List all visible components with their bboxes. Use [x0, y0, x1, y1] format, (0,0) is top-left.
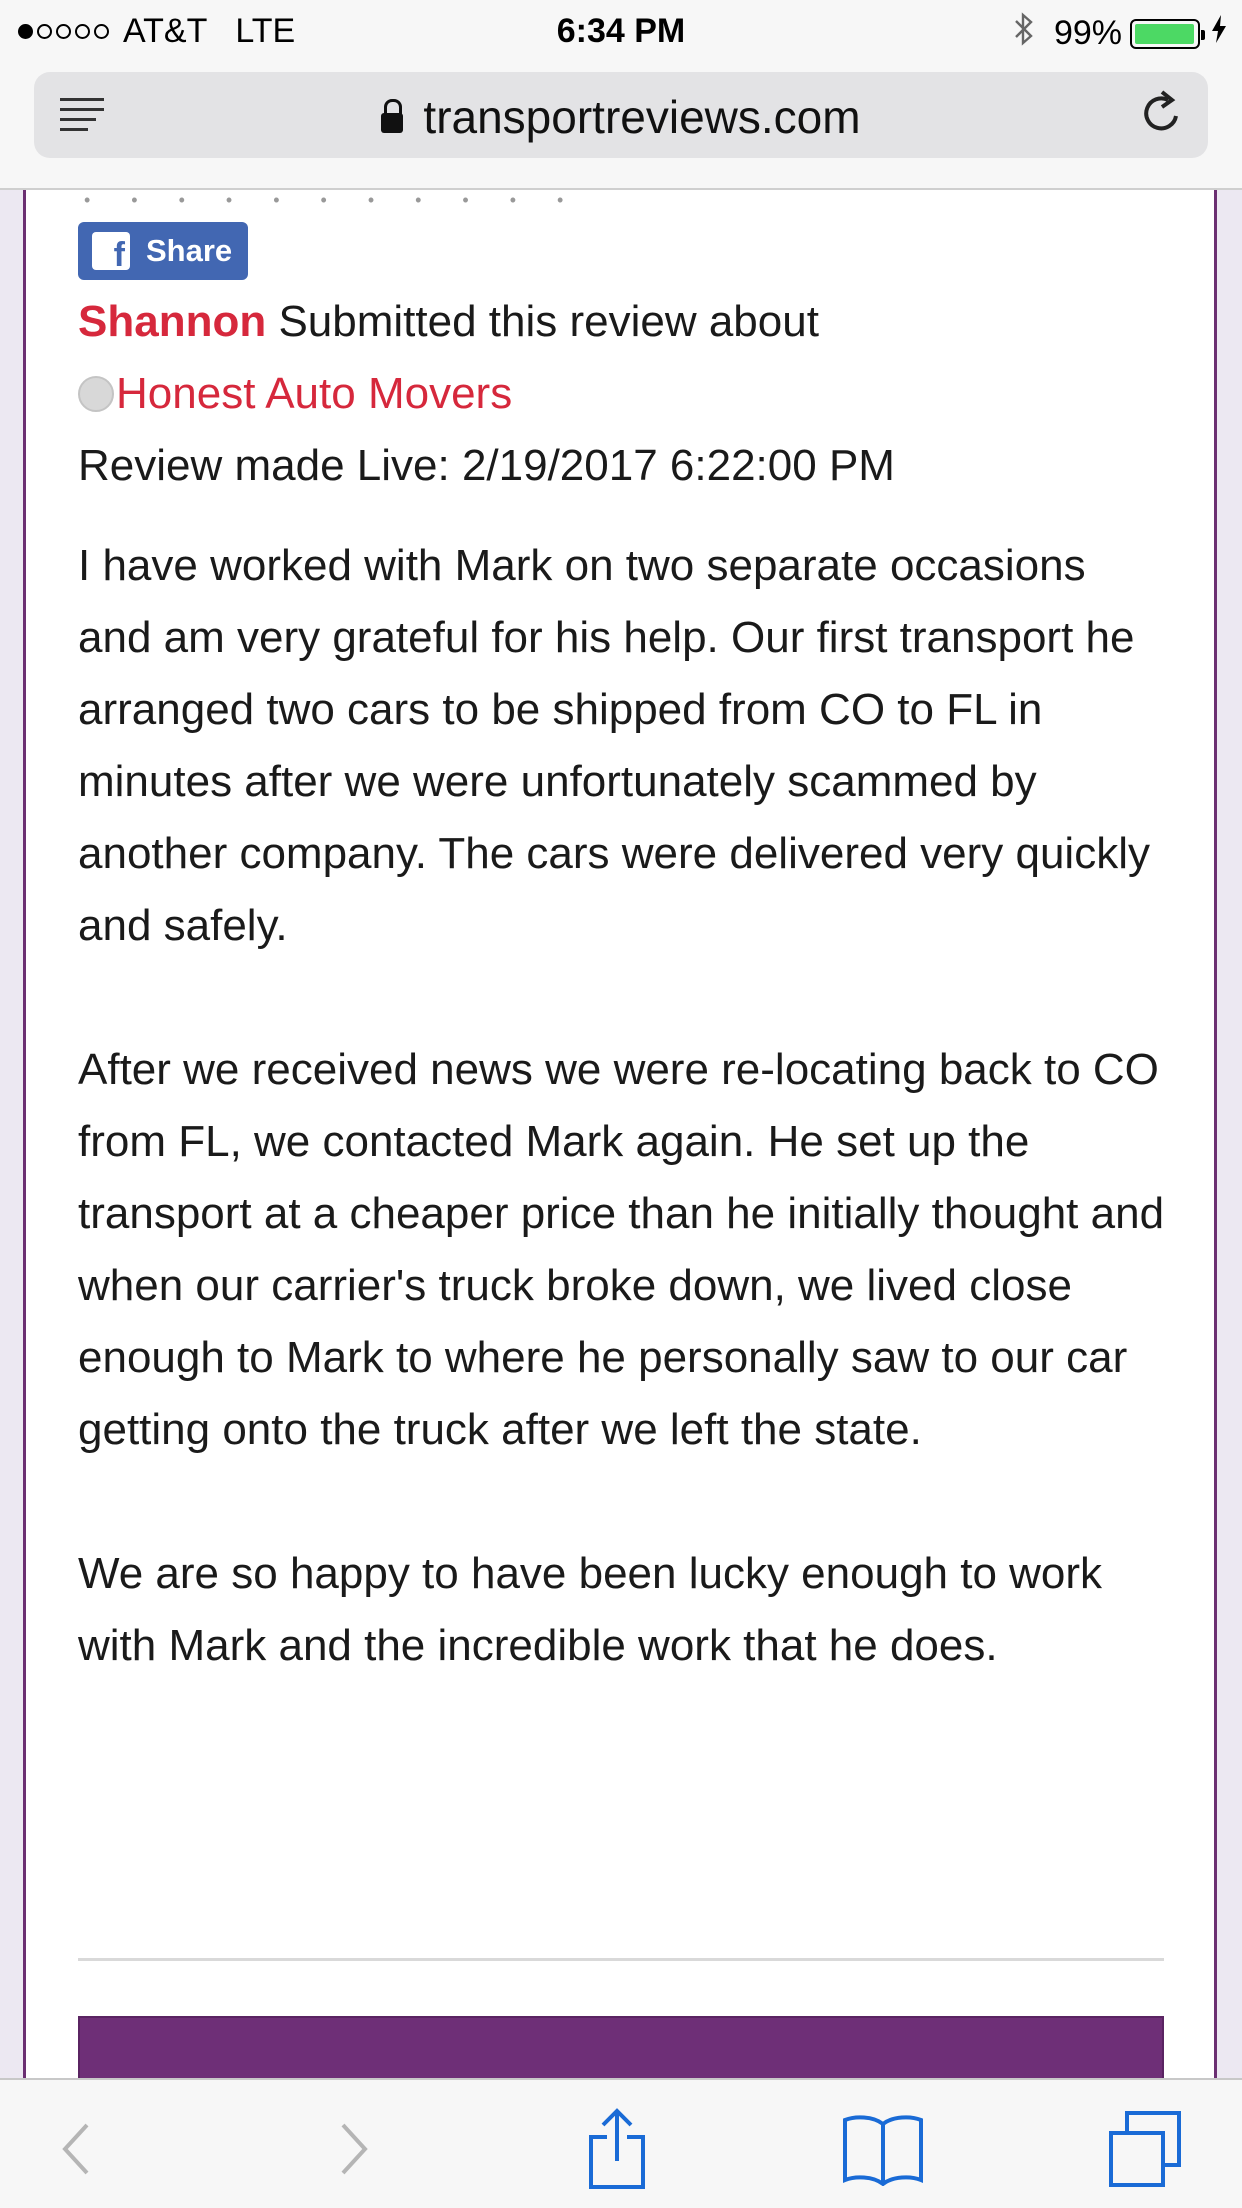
url-display[interactable]: transportreviews.com	[34, 90, 1208, 144]
review-paragraph: We are so happy to have been lucky enoug…	[78, 1549, 1103, 1670]
browser-address-area: transportreviews.com	[0, 62, 1242, 190]
next-section-header	[78, 2016, 1164, 2078]
share-label: Share	[146, 233, 233, 268]
company-logo-icon	[78, 376, 114, 412]
bluetooth-icon	[1014, 12, 1034, 55]
review-paragraph: After we received news we were re-locati…	[78, 1045, 1165, 1454]
share-icon[interactable]	[572, 2104, 662, 2194]
url-text: transportreviews.com	[423, 91, 861, 143]
forward-icon[interactable]	[308, 2104, 398, 2194]
review-live-date: Review made Live: 2/19/2017 6:22:00 PM	[78, 441, 895, 490]
charging-icon	[1210, 14, 1228, 53]
review-body: I have worked with Mark on two separate …	[78, 530, 1168, 1682]
review-paragraph: I have worked with Mark on two separate …	[78, 541, 1150, 950]
review-meta: Shannon Submitted this review about Hone…	[78, 286, 1168, 502]
tabs-icon[interactable]	[1100, 2104, 1190, 2194]
status-right: 99%	[1014, 12, 1228, 55]
battery-icon	[1130, 18, 1205, 49]
reviewer-name[interactable]: Shannon	[78, 297, 266, 346]
battery-percent: 99%	[1053, 14, 1122, 52]
reload-icon[interactable]	[1138, 86, 1186, 143]
frame-left-border	[0, 190, 26, 2078]
rating-stars-remnant: • • • • • • • • • • •	[84, 190, 582, 210]
reviewer-line: Shannon Submitted this review about	[78, 286, 1168, 358]
browser-toolbar	[0, 2078, 1242, 2208]
address-bar[interactable]: transportreviews.com	[34, 72, 1208, 158]
battery-level	[1135, 23, 1195, 44]
status-bar: AT&T LTE 6:34 PM 99%	[0, 0, 1242, 62]
facebook-icon: f	[92, 232, 130, 270]
lock-icon	[381, 99, 404, 133]
back-icon[interactable]	[32, 2104, 122, 2194]
review-card: f Share Shannon Submitted this review ab…	[78, 222, 1168, 1682]
facebook-share-button[interactable]: f Share	[78, 222, 249, 280]
company-line: Honest Auto Movers	[78, 358, 1168, 430]
submitted-text: Submitted this review about	[278, 297, 819, 346]
bookmarks-icon[interactable]	[838, 2104, 928, 2194]
divider	[78, 1958, 1164, 1961]
company-link[interactable]: Honest Auto Movers	[116, 358, 512, 430]
web-page: • • • • • • • • • • • f Share Shannon Su…	[0, 190, 1242, 2078]
frame-right-border	[1214, 190, 1242, 2078]
